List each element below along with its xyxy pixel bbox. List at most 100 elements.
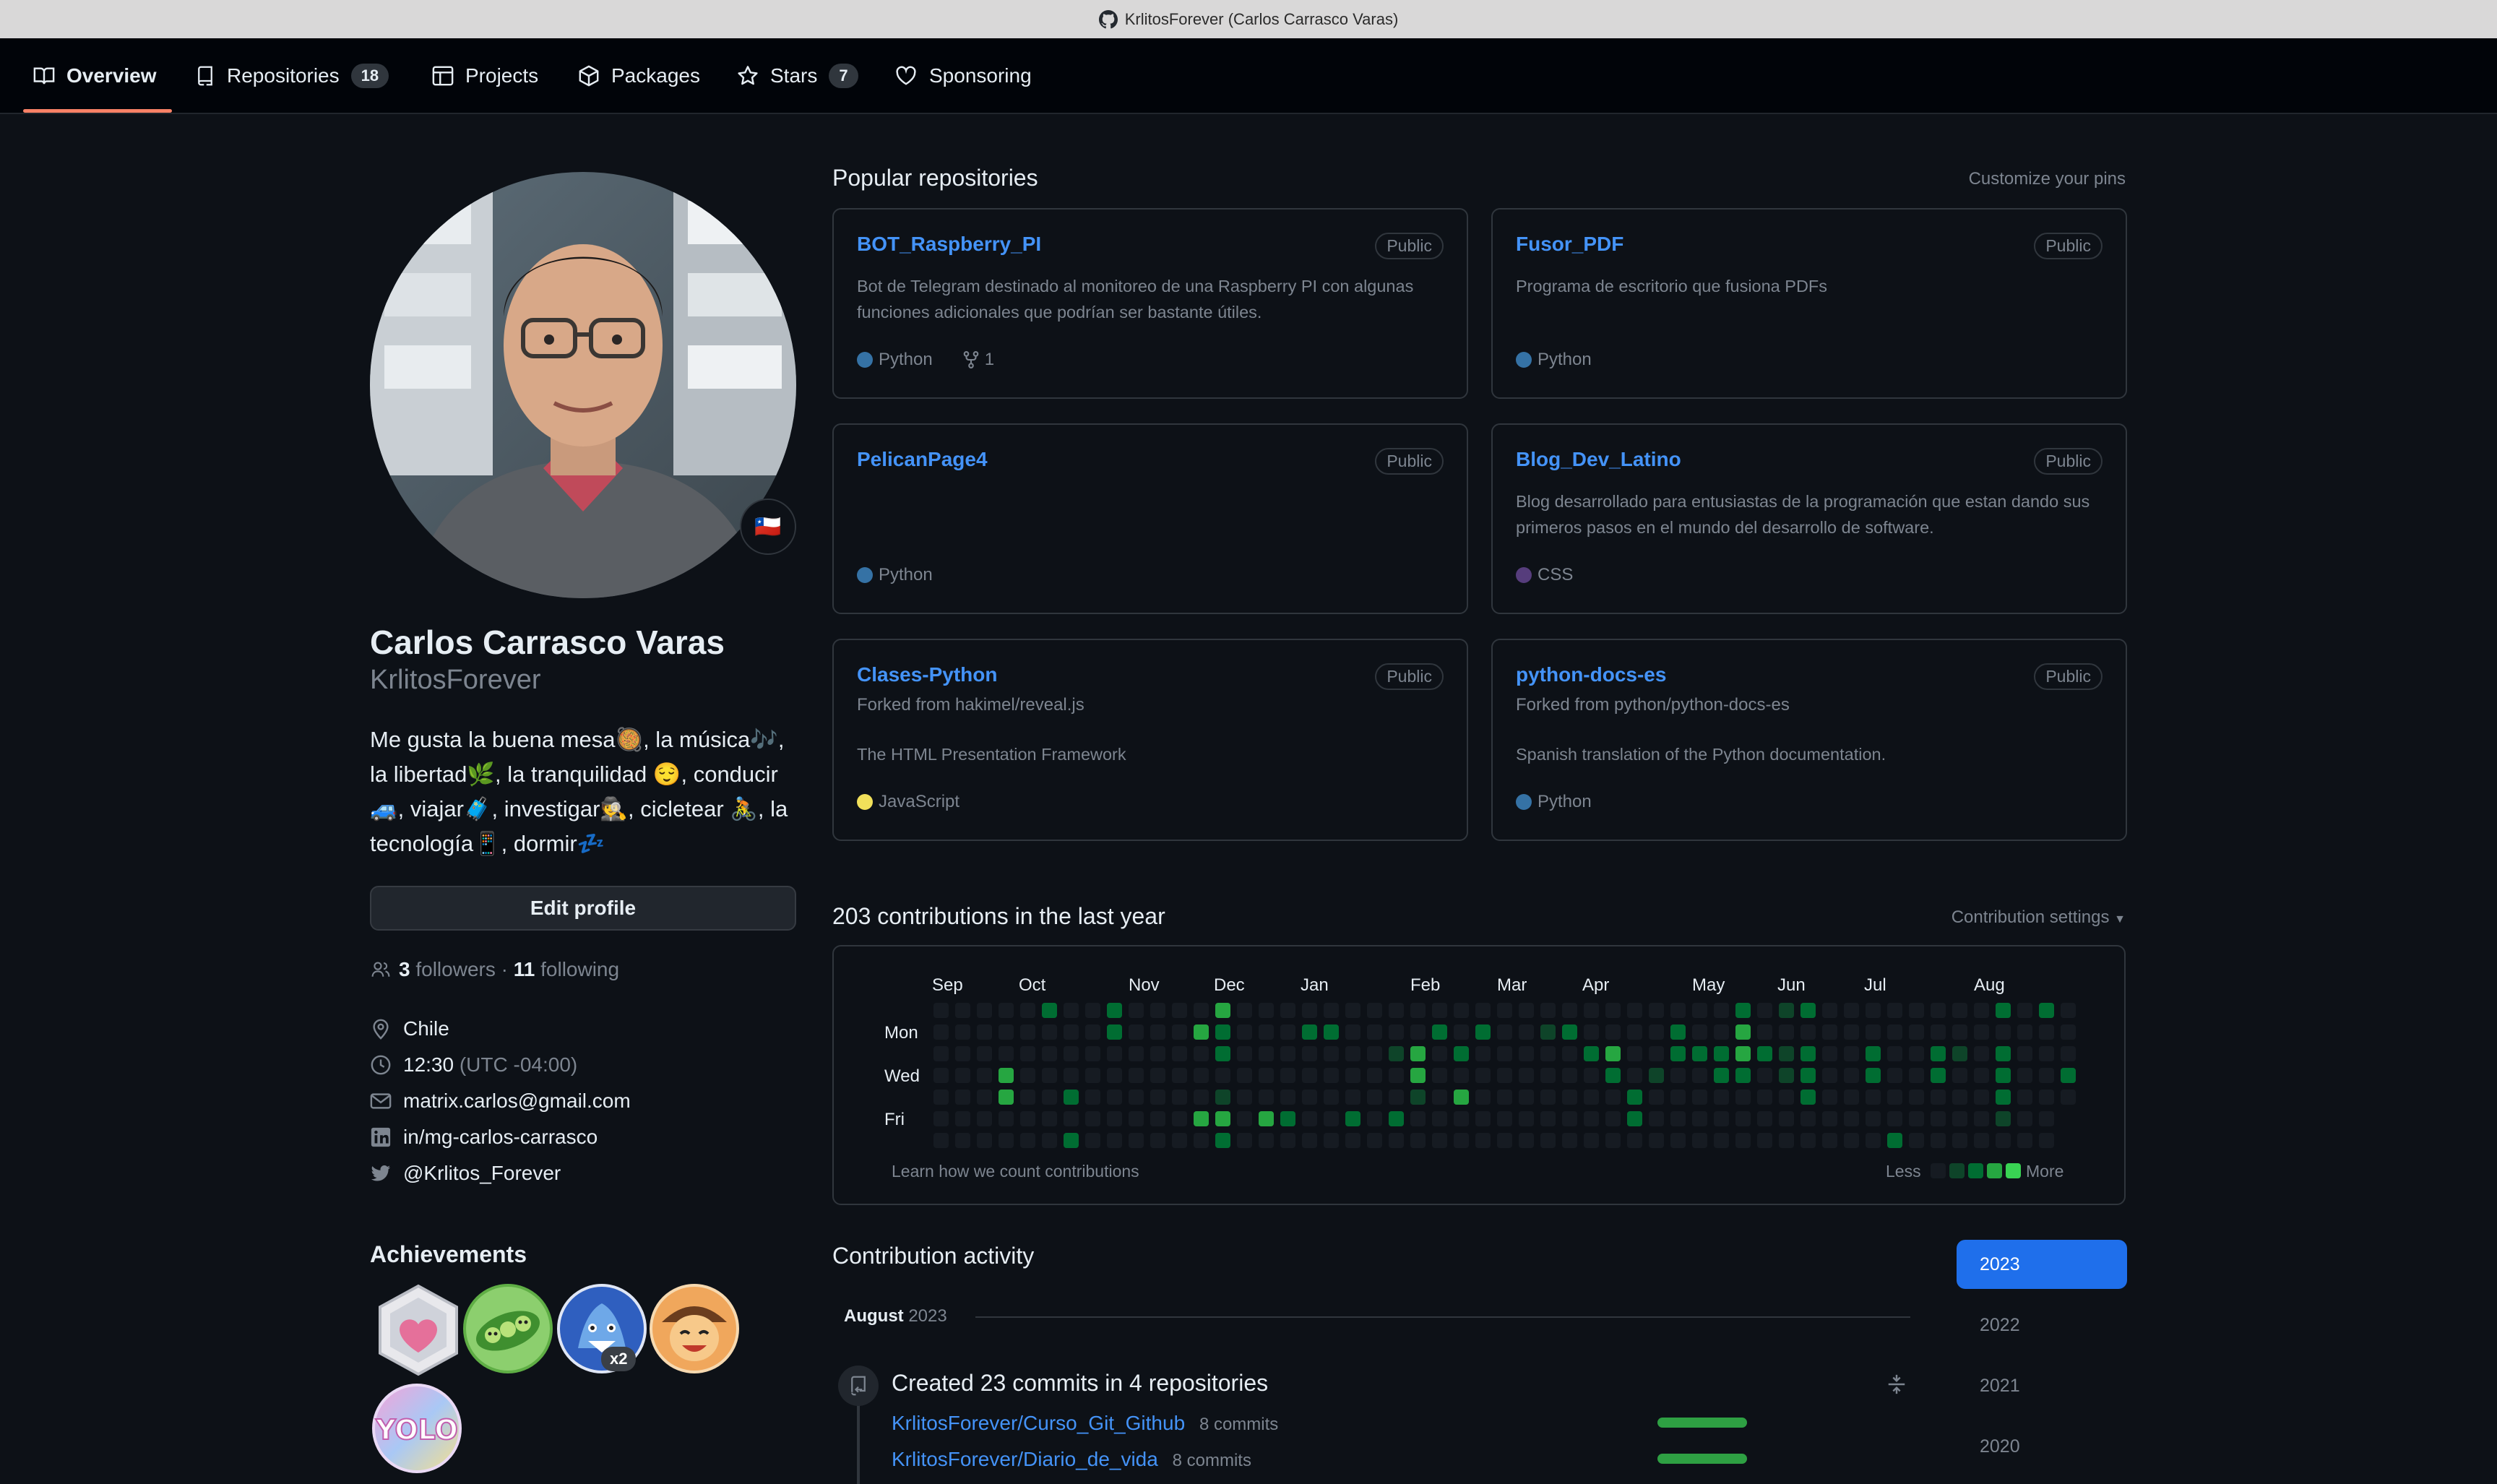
contribution-day-cell[interactable] [1887,1133,1902,1148]
contribution-day-cell[interactable] [1692,1003,1707,1018]
contribution-day-cell[interactable] [1475,1046,1491,1061]
contribution-day-cell[interactable] [1150,1133,1165,1148]
contribution-day-cell[interactable] [1844,1046,1859,1061]
contribution-day-cell[interactable] [1259,1111,1274,1126]
contribution-day-cell[interactable] [1129,1133,1144,1148]
learn-contributions-link[interactable]: Learn how we count contributions [892,1162,1139,1181]
contribution-day-cell[interactable] [1194,1024,1209,1040]
contribution-day-cell[interactable] [1367,1133,1382,1148]
contribution-day-cell[interactable] [1020,1111,1035,1126]
contribution-day-cell[interactable] [1714,1133,1729,1148]
contribution-day-cell[interactable] [1085,1133,1100,1148]
contribution-day-cell[interactable] [1107,1090,1122,1105]
contribution-day-cell[interactable] [1540,1024,1556,1040]
contribution-day-cell[interactable] [1064,1024,1079,1040]
contribution-day-cell[interactable] [1432,1090,1447,1105]
contribution-day-cell[interactable] [1735,1111,1751,1126]
contribution-day-cell[interactable] [1085,1046,1100,1061]
contribution-day-cell[interactable] [1324,1003,1339,1018]
contribution-settings-dropdown[interactable]: Contribution settings ▼ [1952,907,2126,928]
contribution-day-cell[interactable] [977,1046,992,1061]
contribution-day-cell[interactable] [1389,1111,1404,1126]
contribution-day-cell[interactable] [2017,1090,2032,1105]
contribution-day-cell[interactable] [1237,1090,1252,1105]
contribution-day-cell[interactable] [933,1111,949,1126]
contribution-day-cell[interactable] [1562,1133,1577,1148]
contribution-day-cell[interactable] [1324,1024,1339,1040]
tab-stars[interactable]: Stars 7 [737,38,858,113]
contribution-day-cell[interactable] [1042,1090,1057,1105]
contribution-day-cell[interactable] [1649,1090,1664,1105]
contribution-day-cell[interactable] [2061,1024,2076,1040]
contribution-day-cell[interactable] [1345,1046,1360,1061]
activity-repo-link[interactable]: KrlitosForever/Diario_de_vida [892,1448,1158,1470]
contribution-day-cell[interactable] [1735,1090,1751,1105]
contribution-day-cell[interactable] [977,1090,992,1105]
contribution-day-cell[interactable] [1909,1090,1924,1105]
tab-sponsoring[interactable]: Sponsoring [894,38,1032,113]
contribution-day-cell[interactable] [933,1046,949,1061]
contribution-day-cell[interactable] [1584,1090,1599,1105]
contribution-day-cell[interactable] [1714,1068,1729,1083]
repo-name-link[interactable]: Fusor_PDF [1516,233,1623,256]
contribution-day-cell[interactable] [1302,1090,1317,1105]
contribution-day-cell[interactable] [1454,1133,1469,1148]
contribution-day-cell[interactable] [1519,1090,1534,1105]
contribution-day-cell[interactable] [1215,1024,1230,1040]
contribution-day-cell[interactable] [1389,1133,1404,1148]
contribution-day-cell[interactable] [1367,1046,1382,1061]
contribution-day-cell[interactable] [1042,1024,1057,1040]
contribution-day-cell[interactable] [1497,1024,1512,1040]
contribution-day-cell[interactable] [1909,1003,1924,1018]
contribution-day-cell[interactable] [1822,1003,1837,1018]
contribution-day-cell[interactable] [1389,1003,1404,1018]
contribution-day-cell[interactable] [1367,1111,1382,1126]
contribution-day-cell[interactable] [1584,1003,1599,1018]
contribution-day-cell[interactable] [2039,1068,2054,1083]
contribution-day-cell[interactable] [1280,1111,1295,1126]
contribution-day-cell[interactable] [2017,1003,2032,1018]
contribution-day-cell[interactable] [933,1068,949,1083]
contribution-day-cell[interactable] [1302,1024,1317,1040]
contribution-day-cell[interactable] [1649,1111,1664,1126]
contribution-day-cell[interactable] [1757,1068,1772,1083]
contribution-day-cell[interactable] [999,1024,1014,1040]
avatar[interactable] [370,172,796,598]
contribution-day-cell[interactable] [1757,1024,1772,1040]
contribution-day-cell[interactable] [1302,1003,1317,1018]
contribution-day-cell[interactable] [1497,1090,1512,1105]
contribution-day-cell[interactable] [1475,1111,1491,1126]
contribution-day-cell[interactable] [977,1024,992,1040]
contribution-day-cell[interactable] [1280,1003,1295,1018]
contribution-day-cell[interactable] [1042,1003,1057,1018]
contribution-day-cell[interactable] [1302,1133,1317,1148]
contribution-day-cell[interactable] [1129,1003,1144,1018]
contribution-day-cell[interactable] [2061,1090,2076,1105]
contribution-day-cell[interactable] [1085,1003,1100,1018]
contribution-day-cell[interactable] [2017,1068,2032,1083]
contribution-day-cell[interactable] [1215,1068,1230,1083]
contribution-day-cell[interactable] [2017,1046,2032,1061]
contribution-day-cell[interactable] [1757,1111,1772,1126]
contribution-day-cell[interactable] [1475,1024,1491,1040]
tab-projects[interactable]: Projects [432,38,538,113]
status-emoji-button[interactable]: 🇨🇱 [740,499,796,555]
contribution-day-cell[interactable] [955,1003,970,1018]
contribution-day-cell[interactable] [1194,1111,1209,1126]
contribution-day-cell[interactable] [1931,1133,1946,1148]
contribution-day-cell[interactable] [1605,1024,1621,1040]
contribution-day-cell[interactable] [955,1133,970,1148]
contribution-day-cell[interactable] [1345,1111,1360,1126]
contribution-day-cell[interactable] [1150,1046,1165,1061]
contribution-day-cell[interactable] [955,1068,970,1083]
contribution-day-cell[interactable] [1064,1046,1079,1061]
contribution-day-cell[interactable] [955,1090,970,1105]
contribution-day-cell[interactable] [1887,1111,1902,1126]
contribution-day-cell[interactable] [1540,1003,1556,1018]
contribution-day-cell[interactable] [1020,1024,1035,1040]
twitter-link[interactable]: @Krlitos_Forever [403,1162,561,1185]
contribution-day-cell[interactable] [1107,1111,1122,1126]
contribution-day-cell[interactable] [1237,1133,1252,1148]
contribution-day-cell[interactable] [1367,1024,1382,1040]
tab-packages[interactable]: Packages [578,38,700,113]
